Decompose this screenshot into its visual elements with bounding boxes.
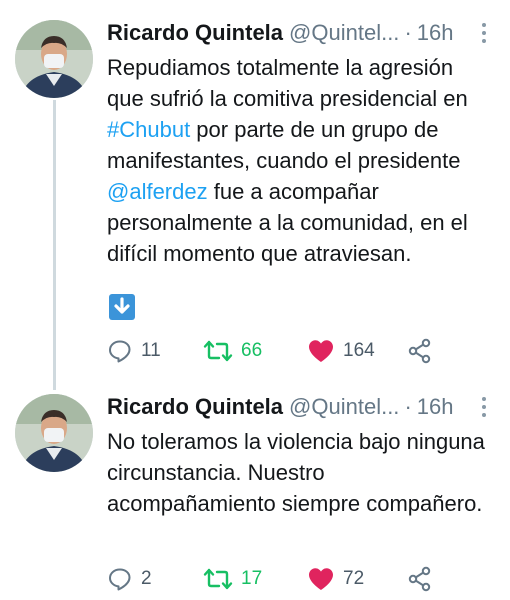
tweet-actions: 11 66 164 <box>107 334 492 368</box>
tweet-content: Ricardo Quintela @Quintel... · 16h Repud… <box>107 16 492 364</box>
avatar[interactable] <box>15 20 93 98</box>
author-name[interactable]: Ricardo Quintela <box>107 394 283 420</box>
retweet-icon <box>203 568 233 590</box>
mention-link[interactable]: @alferdez <box>107 179 208 204</box>
retweet-count: 66 <box>241 340 263 361</box>
retweet-count: 17 <box>241 568 263 589</box>
timestamp[interactable]: 16h <box>417 394 454 420</box>
tweet-content: Ricardo Quintela @Quintel... · 16h No to… <box>107 390 492 592</box>
share-button[interactable] <box>407 562 433 596</box>
reply-icon <box>109 568 131 591</box>
retweet-button[interactable]: 66 <box>203 334 262 368</box>
author-handle[interactable]: @Quintel... <box>289 394 399 420</box>
avatar[interactable] <box>15 394 93 472</box>
author-name[interactable]: Ricardo Quintela <box>107 20 283 46</box>
heart-icon <box>309 340 333 362</box>
reply-button[interactable]: 11 <box>107 334 161 368</box>
reply-count: 11 <box>141 340 161 361</box>
avatar-photo <box>15 394 93 472</box>
author-handle[interactable]: @Quintel... <box>289 20 399 46</box>
like-count: 72 <box>343 568 365 589</box>
retweet-button[interactable]: 17 <box>203 562 262 596</box>
reply-icon <box>109 340 131 363</box>
avatar-photo <box>15 20 93 98</box>
share-button[interactable] <box>407 334 433 368</box>
download-arrow-icon[interactable] <box>109 294 135 320</box>
share-icon <box>408 338 431 364</box>
tweet-text: No toleramos la violencia bajo ninguna c… <box>107 429 485 516</box>
tweet-text-part: Repudiamos totalmente la agresión que su… <box>107 55 468 111</box>
more-options-icon[interactable] <box>476 20 492 46</box>
share-icon <box>408 566 431 592</box>
tweet-actions: 2 17 72 <box>107 562 492 596</box>
separator: · <box>404 20 412 45</box>
hashtag-link[interactable]: #Chubut <box>107 117 190 142</box>
heart-icon <box>309 568 333 590</box>
more-options-icon[interactable] <box>476 394 492 420</box>
thread-connector-line <box>53 100 56 390</box>
separator: · <box>404 394 412 419</box>
like-button[interactable]: 164 <box>307 334 375 368</box>
tweet[interactable]: Ricardo Quintela @Quintel... · 16h Repud… <box>0 0 510 390</box>
like-button[interactable]: 72 <box>307 562 364 596</box>
tweet-thread: Ricardo Quintela @Quintel... · 16h Repud… <box>0 0 510 600</box>
retweet-icon <box>203 340 233 362</box>
tweet-header: Ricardo Quintela @Quintel... · 16h <box>107 16 492 50</box>
reply-button[interactable]: 2 <box>107 562 152 596</box>
tweet[interactable]: Ricardo Quintela @Quintel... · 16h No to… <box>0 378 510 600</box>
like-count: 164 <box>343 340 375 361</box>
reply-count: 2 <box>141 568 152 589</box>
timestamp[interactable]: 16h <box>417 20 454 46</box>
tweet-header: Ricardo Quintela @Quintel... · 16h <box>107 390 492 424</box>
tweet-text: Repudiamos totalmente la agresión que su… <box>107 52 492 269</box>
